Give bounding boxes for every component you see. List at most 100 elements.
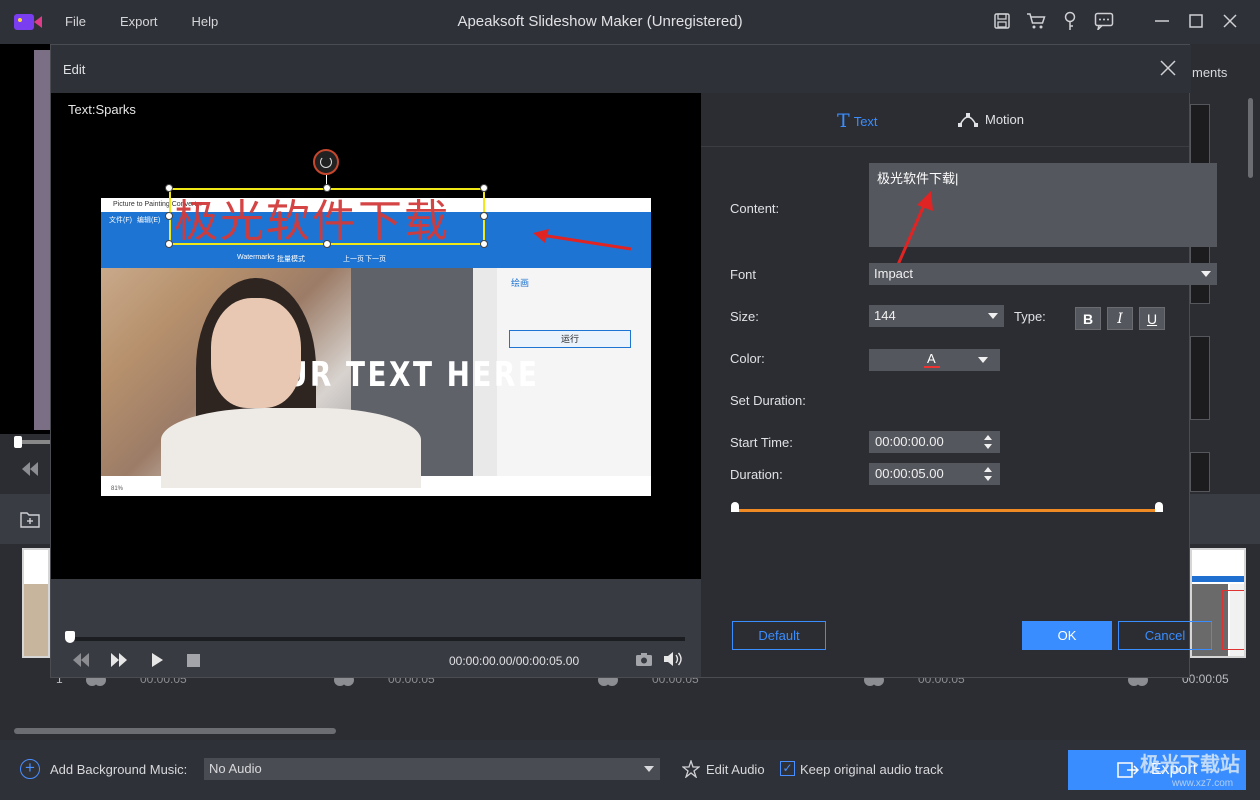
decrement-icon[interactable]	[984, 444, 992, 449]
inner-tab: 文件(F)	[109, 217, 132, 224]
duration-value: 00:00:05.00	[875, 466, 944, 481]
resize-handle[interactable]	[323, 184, 331, 192]
inner-tab: 编辑(E)	[137, 217, 161, 224]
increment-icon[interactable]	[984, 467, 992, 472]
feedback-icon[interactable]	[1094, 10, 1114, 32]
annotation-arrow	[895, 191, 933, 268]
rotate-icon	[320, 156, 332, 168]
inner-run-button: 运行	[509, 330, 631, 348]
inner-tab: 上一页	[343, 256, 364, 263]
inner-tab: 批量模式	[277, 256, 305, 263]
rewind-icon[interactable]	[71, 653, 91, 667]
annotation-arrow	[533, 229, 632, 251]
start-time-label: Start Time:	[730, 435, 793, 450]
resize-handle[interactable]	[165, 240, 173, 248]
elements-scrollbar[interactable]	[1248, 98, 1253, 178]
chevron-down-icon	[978, 357, 988, 363]
resize-handle[interactable]	[165, 212, 173, 220]
close-icon[interactable]	[1159, 59, 1177, 77]
title-bar: File Export Help Apeaksoft Slideshow Mak…	[0, 0, 1260, 44]
rotate-handle[interactable]	[313, 149, 339, 175]
decrement-icon[interactable]	[984, 476, 992, 481]
key-icon[interactable]	[1060, 10, 1080, 32]
fast-forward-icon[interactable]	[109, 653, 129, 667]
preview-label: Text:Sparks	[68, 102, 136, 117]
edit-audio-icon[interactable]	[682, 760, 700, 778]
audio-select-value: No Audio	[209, 761, 262, 776]
settings-tabs: T Text Motion	[701, 93, 1189, 147]
time-readout: 00:00:00.00/00:00:05.00	[449, 654, 580, 668]
font-select[interactable]: Impact	[869, 263, 1217, 285]
tab-motion-label: Motion	[985, 111, 1025, 127]
audio-select[interactable]: No Audio	[204, 758, 660, 780]
color-picker[interactable]: A	[869, 349, 1000, 371]
cart-icon[interactable]	[1026, 10, 1046, 32]
italic-button[interactable]: I	[1107, 307, 1133, 330]
main-preview	[0, 44, 50, 434]
ok-button[interactable]: OK	[1022, 621, 1112, 650]
tab-motion[interactable]: Motion	[957, 111, 1024, 127]
size-select[interactable]: 144	[869, 305, 1004, 327]
add-folder-icon[interactable]	[20, 510, 40, 528]
start-time-value: 00:00:00.00	[875, 434, 944, 449]
close-icon[interactable]	[1220, 10, 1240, 32]
rewind-icon[interactable]	[20, 462, 40, 476]
inner-tab: Watermarks	[237, 254, 275, 261]
duration-section-label: Set Duration:	[730, 393, 806, 408]
text-settings-panel: T Text Motion Content: 极光软件下载| Font Impa…	[701, 93, 1217, 677]
default-button[interactable]: Default	[732, 621, 826, 650]
keep-audio-checkbox[interactable]: ✓	[780, 761, 795, 776]
size-label: Size:	[730, 309, 759, 324]
camera-icon[interactable]	[635, 652, 653, 667]
bold-button[interactable]: B	[1075, 307, 1101, 330]
chevron-down-icon	[1201, 271, 1211, 277]
add-music-icon[interactable]: +	[20, 759, 40, 779]
duration-label: Duration:	[730, 467, 783, 482]
tab-text[interactable]: T Text	[837, 110, 878, 132]
range-start-handle[interactable]	[731, 502, 739, 512]
element-thumb[interactable]	[1190, 452, 1210, 492]
resize-handle[interactable]	[165, 184, 173, 192]
preview-seek-knob[interactable]	[65, 631, 75, 643]
volume-icon[interactable]	[663, 651, 683, 667]
selection-box[interactable]	[169, 188, 485, 245]
start-time-input[interactable]: 00:00:00.00	[869, 431, 1000, 453]
color-label: Color:	[730, 351, 765, 366]
maximize-icon[interactable]	[1186, 10, 1206, 32]
play-icon[interactable]	[150, 653, 164, 667]
text-icon: T	[837, 110, 850, 132]
elements-tab-label[interactable]: ments	[1192, 65, 1227, 80]
timeline-scrollbar[interactable]	[14, 728, 336, 734]
edit-preview[interactable]: Text:Sparks Picture to Painting Converte…	[51, 93, 701, 579]
dialog-title: Edit	[63, 62, 86, 77]
preview-seek-track[interactable]	[69, 637, 685, 641]
duration-input[interactable]: 00:00:05.00	[869, 463, 1000, 485]
watermark-url: www.xz7.com	[1172, 778, 1234, 789]
increment-icon[interactable]	[984, 435, 992, 440]
range-end-handle[interactable]	[1155, 502, 1163, 512]
inner-panel-heading: 绘画	[511, 278, 530, 288]
color-swatch	[924, 366, 940, 368]
cancel-button[interactable]: Cancel	[1118, 621, 1212, 650]
resize-handle[interactable]	[323, 240, 331, 248]
main-seek-slider[interactable]	[14, 436, 50, 448]
resize-handle[interactable]	[480, 212, 488, 220]
edit-dialog: Edit Text:Sparks Picture to Painting Con…	[50, 44, 1217, 678]
element-thumb[interactable]	[1190, 336, 1210, 420]
save-icon[interactable]	[992, 10, 1012, 32]
content-label: Content:	[730, 201, 780, 216]
minimize-icon[interactable]	[1152, 10, 1172, 32]
stop-icon[interactable]	[187, 654, 200, 667]
underline-button[interactable]: U	[1139, 307, 1165, 330]
content-value: 极光软件下载	[877, 171, 956, 186]
resize-handle[interactable]	[480, 184, 488, 192]
resize-handle[interactable]	[480, 240, 488, 248]
inner-tab: 下一页	[365, 256, 386, 263]
size-select-value: 144	[874, 308, 896, 323]
chevron-down-icon	[988, 313, 998, 319]
keep-audio-label: Keep original audio track	[800, 762, 944, 777]
chevron-down-icon	[644, 766, 654, 772]
edit-audio-button[interactable]: Edit Audio	[706, 762, 765, 777]
timeline-thumbnail[interactable]	[22, 548, 50, 658]
duration-range-track[interactable]	[735, 509, 1159, 512]
